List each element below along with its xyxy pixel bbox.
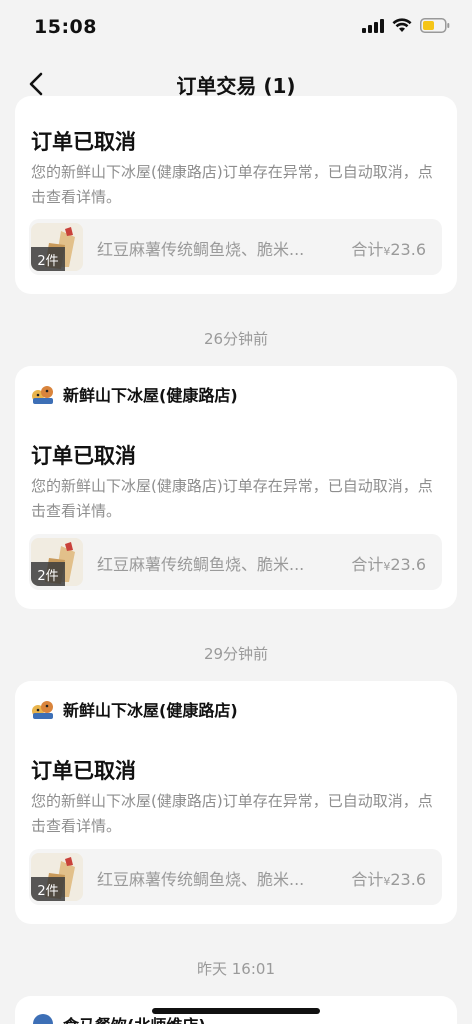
order-total: 合计¥23.6	[351, 866, 426, 890]
status-icons	[362, 18, 450, 33]
status-bar: 15:08	[0, 0, 472, 56]
order-card[interactable]: 新鲜山下冰屋(健康路店) 订单已取消 您的新鲜山下冰屋(健康路店)订单存在异常，…	[15, 681, 457, 924]
order-items[interactable]: 2件 红豆麻薯传统鲷鱼烧、脆米... 合计¥23.6	[29, 849, 442, 905]
order-description: 您的新鲜山下冰屋(健康路店)订单存在异常，已自动取消，点击查看详情。	[31, 163, 433, 206]
order-items[interactable]: 2件 红豆麻薯传统鲷鱼烧、脆米... 合计¥23.6	[29, 219, 442, 275]
order-description: 您的新鲜山下冰屋(健康路店)订单存在异常，已自动取消，点击查看详情。	[31, 792, 433, 835]
time-separator: 26分钟前	[203, 330, 269, 348]
item-count-badge: 2件	[31, 247, 65, 271]
product-thumbnail: 2件	[31, 223, 83, 271]
home-indicator[interactable]	[152, 1008, 320, 1014]
product-thumbnail: 2件	[31, 853, 83, 901]
store-name: 新鲜山下冰屋(健康路店)	[63, 386, 238, 405]
order-total: 合计¥23.6	[351, 551, 426, 575]
product-thumbnail: 2件	[31, 538, 83, 586]
order-status-title: 订单已取消	[31, 130, 136, 154]
status-time: 15:08	[34, 16, 97, 38]
total-label: 合计	[351, 870, 384, 889]
time-separator: 29分钟前	[203, 645, 269, 663]
total-amount: 23.6	[390, 555, 426, 574]
order-status-title: 订单已取消	[31, 759, 136, 783]
order-description: 您的新鲜山下冰屋(健康路店)订单存在异常，已自动取消，点击查看详情。	[31, 477, 433, 520]
page-title: 订单交易 (1)	[176, 74, 296, 98]
store-logo-icon	[31, 382, 55, 406]
signal-icon	[362, 18, 384, 33]
item-count-badge: 2件	[31, 877, 65, 901]
card-header: 新鲜山下冰屋(健康路店)	[31, 697, 238, 721]
item-count-badge: 2件	[31, 562, 65, 586]
store-logo-icon	[31, 1012, 55, 1024]
time-separator: 昨天 16:01	[197, 960, 275, 978]
order-card[interactable]: 新鲜山下冰屋(健康路店) 订单已取消 您的新鲜山下冰屋(健康路店)订单存在异常，…	[15, 366, 457, 609]
store-logo-icon	[31, 697, 55, 721]
order-card[interactable]: 订单已取消 您的新鲜山下冰屋(健康路店)订单存在异常，已自动取消，点击查看详情。…	[15, 96, 457, 294]
item-names: 红豆麻薯传统鲷鱼烧、脆米...	[97, 555, 305, 574]
order-status-title: 订单已取消	[31, 444, 136, 468]
total-label: 合计	[351, 555, 384, 574]
card-header: 新鲜山下冰屋(健康路店)	[31, 382, 238, 406]
order-total: 合计¥23.6	[351, 236, 426, 260]
battery-icon	[420, 18, 450, 33]
order-items[interactable]: 2件 红豆麻薯传统鲷鱼烧、脆米... 合计¥23.6	[29, 534, 442, 590]
wifi-icon	[392, 18, 412, 32]
total-amount: 23.6	[390, 870, 426, 889]
item-names: 红豆麻薯传统鲷鱼烧、脆米...	[97, 240, 305, 259]
total-amount: 23.6	[390, 240, 426, 259]
total-label: 合计	[351, 240, 384, 259]
item-names: 红豆麻薯传统鲷鱼烧、脆米...	[97, 870, 305, 889]
store-name: 新鲜山下冰屋(健康路店)	[63, 701, 238, 720]
